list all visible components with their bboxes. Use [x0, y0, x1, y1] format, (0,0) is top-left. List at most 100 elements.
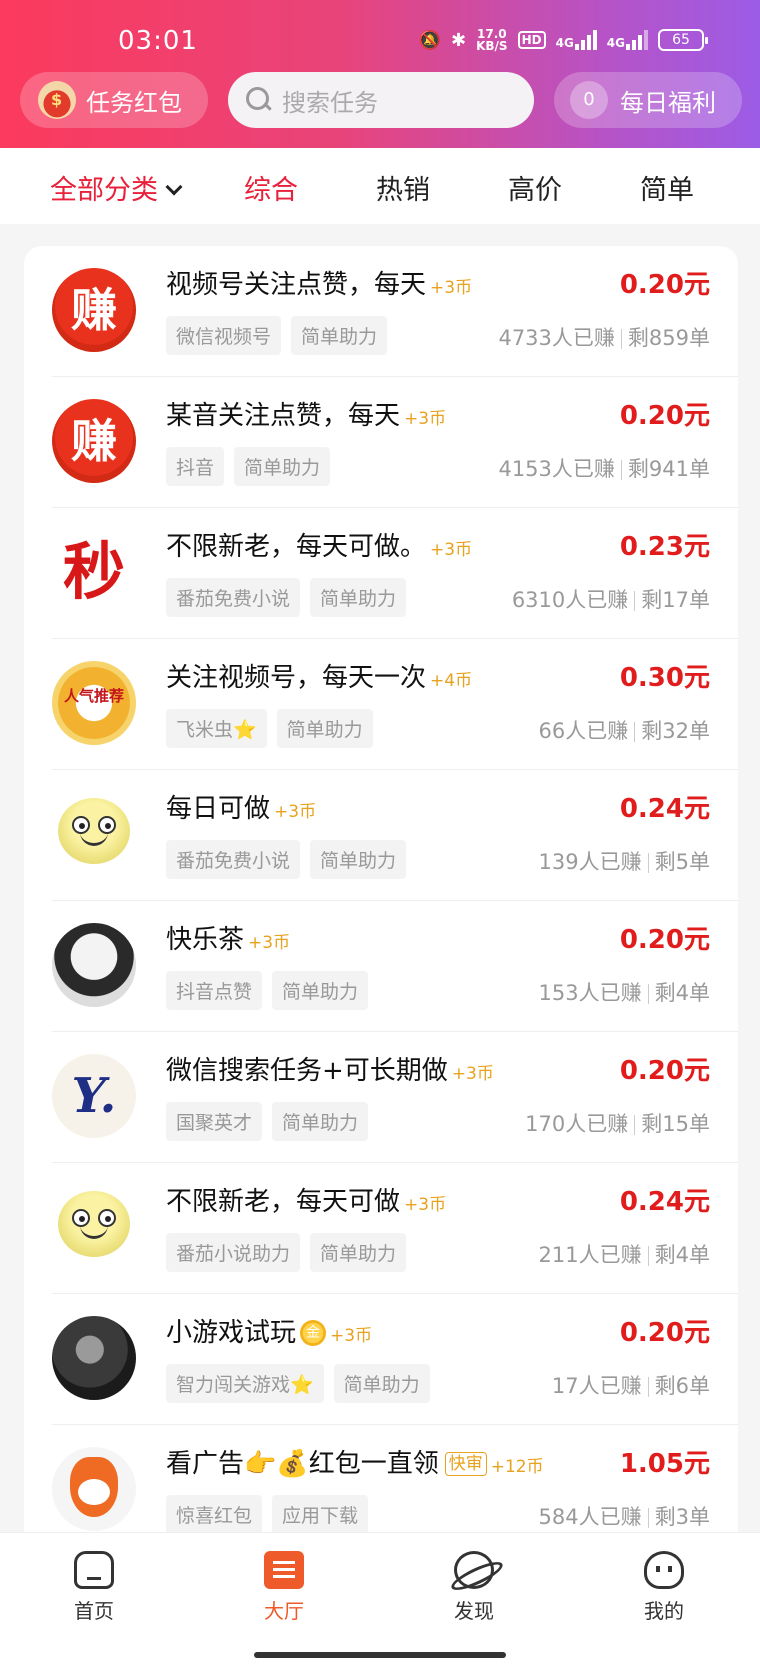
task-stats: 584人已赚 剩3单 — [538, 1505, 710, 1529]
bottom-nav: 首页 大厅 发现 我的 — [0, 1532, 760, 1672]
signal-icon: 4G — [556, 30, 597, 50]
tag: 惊喜红包 — [166, 1495, 263, 1534]
daily-welfare-button[interactable]: 0 每日福利 — [554, 72, 742, 128]
search-placeholder: 搜索任务 — [282, 88, 378, 117]
nav-mine[interactable]: 我的 — [614, 1551, 714, 1624]
tag: 智力闯关游戏⭐ — [166, 1364, 324, 1403]
task-row[interactable]: 人气推荐 关注视频号，每天一次 +4币 0.30元 飞米虫⭐ 简单助力 66人已赚剩… — [24, 639, 738, 770]
coin-bonus: +3币 — [274, 802, 317, 822]
redpack-icon — [38, 81, 76, 119]
miao-icon: 秒 — [52, 530, 136, 614]
tag: 简单助力 — [291, 316, 388, 355]
mute-icon: 🔕 — [418, 29, 441, 51]
task-price: 0.20元 — [619, 1318, 710, 1348]
task-title: 快乐茶 +3币 — [166, 925, 291, 955]
task-tags: 番茄小说助力 简单助力 — [166, 1233, 407, 1272]
coin-bonus: +3币 — [404, 1195, 447, 1215]
tag: 抖音 — [166, 447, 225, 486]
hd-icon: HD — [517, 31, 546, 49]
tab-simple[interactable]: 简单 — [640, 168, 694, 207]
coin-bonus: +3币 — [430, 278, 473, 298]
task-price: 0.23元 — [619, 532, 710, 562]
daily-welfare-label: 每日福利 — [620, 88, 716, 117]
battery-icon: 65 — [658, 29, 708, 51]
tag: 抖音点赞 — [166, 971, 263, 1010]
task-price: 0.24元 — [619, 1187, 710, 1217]
tag: 番茄免费小说 — [166, 840, 301, 879]
smiley-icon — [52, 1185, 136, 1269]
coin-bonus: +4币 — [430, 671, 473, 691]
status-icons: 🔕 ✱ 17.0 KB/S HD 4G 4G 65 — [418, 28, 708, 52]
coin-bonus: +12币 — [490, 1457, 544, 1477]
task-row[interactable]: 秒 不限新老，每天可做。 +3币 0.23元 番茄免费小说 简单助力 6310人已赚… — [24, 508, 738, 639]
tag: 简单助力 — [310, 578, 407, 617]
daily-count-badge: 0 — [570, 81, 608, 119]
dark-avatar — [52, 1316, 136, 1400]
all-categories-dropdown[interactable]: 全部分类 — [50, 168, 183, 207]
task-price: 0.20元 — [619, 1056, 710, 1086]
task-title: 不限新老，每天可做。 +3币 — [166, 532, 473, 562]
tab-comprehensive[interactable]: 综合 — [244, 168, 298, 207]
tag: 简单助力 — [276, 709, 373, 748]
tag: 简单助力 — [272, 1102, 369, 1141]
task-row[interactable]: 每日可做 +3币 0.24元 番茄免费小说 简单助力 139人已赚 剩5单 — [24, 770, 738, 901]
tag: 简单助力 — [333, 1364, 430, 1403]
tab-hot[interactable]: 热销 — [376, 168, 430, 207]
task-stats: 4733人已赚 剩859单 — [498, 326, 710, 350]
task-tags: 惊喜红包 应用下载 — [166, 1495, 369, 1534]
task-price: 0.24元 — [619, 794, 710, 824]
fast-review-badge: 快审 — [444, 1452, 487, 1476]
task-redpack-button[interactable]: 任务红包 — [20, 72, 208, 128]
task-title: 不限新老，每天可做 +3币 — [166, 1187, 447, 1217]
task-row[interactable]: 快乐茶 +3币 0.20元 抖音点赞 简单助力 153人已赚 剩4单 — [24, 901, 738, 1032]
task-price: 0.20元 — [619, 925, 710, 955]
task-stats: 153人已赚 剩4单 — [538, 981, 710, 1005]
coin-bonus: +3币 — [451, 1064, 494, 1084]
task-row[interactable]: Y. 微信搜索任务+可长期做 +3币 0.20元 国聚英才 简单助力 170人已赚剩… — [24, 1032, 738, 1163]
task-tags: 智力闯关游戏⭐ 简单助力 — [166, 1364, 430, 1403]
planet-icon — [454, 1551, 494, 1589]
tag: 简单助力 — [272, 971, 369, 1010]
status-time: 03:01 — [118, 26, 198, 56]
task-price: 0.20元 — [619, 270, 710, 300]
task-stats: 170人已赚 剩15单 — [525, 1112, 710, 1136]
tag: 简单助力 — [310, 840, 407, 879]
nav-discover[interactable]: 发现 — [424, 1551, 524, 1624]
zhuan-icon: 赚 — [52, 399, 136, 483]
nav-hall[interactable]: 大厅 — [234, 1551, 334, 1624]
task-tags: 国聚英才 简单助力 — [166, 1102, 369, 1141]
task-row[interactable]: 小游戏试玩金 +3币 0.20元 智力闯关游戏⭐ 简单助力 17人已赚 剩6单 — [24, 1294, 738, 1425]
task-tags: 抖音 简单助力 — [166, 447, 331, 486]
bluetooth-icon: ✱ — [451, 29, 467, 51]
zhuan-icon: 赚 — [52, 268, 136, 352]
search-icon — [246, 87, 272, 113]
task-row[interactable]: 赚 某音关注点赞，每天 +3币 0.20元 抖音 简单助力 4153人已赚 剩941单 — [24, 377, 738, 508]
y-logo-icon: Y. — [52, 1054, 136, 1138]
task-row[interactable]: 赚 视频号关注点赞，每天 +3币 0.20元 微信视频号 简单助力 4733人已赚剩… — [24, 246, 738, 377]
hall-icon — [264, 1551, 304, 1589]
task-title: 看广告👉💰红包一直领 快审 +12币 — [166, 1449, 544, 1479]
task-tags: 抖音点赞 简单助力 — [166, 971, 369, 1010]
tab-high-price[interactable]: 高价 — [508, 168, 562, 207]
task-tags: 番茄免费小说 简单助力 — [166, 578, 407, 617]
smiley-icon — [52, 792, 136, 876]
signal-icon-2: 4G — [607, 30, 648, 50]
task-title: 每日可做 +3币 — [166, 794, 317, 824]
tag: 国聚英才 — [166, 1102, 263, 1141]
profile-icon — [644, 1551, 684, 1589]
task-row[interactable]: 不限新老，每天可做 +3币 0.24元 番茄小说助力 简单助力 211人已赚 剩4单 — [24, 1163, 738, 1294]
task-stats: 139人已赚 剩5单 — [538, 850, 710, 874]
status-bar: 03:01 🔕 ✱ 17.0 KB/S HD 4G 4G 65 — [0, 22, 760, 62]
coin-bonus: +3币 — [430, 540, 473, 560]
task-tags: 飞米虫⭐ 简单助力 — [166, 709, 373, 748]
filter-tabs: 全部分类 综合 热销 高价 简单 — [0, 148, 760, 224]
task-stats: 17人已赚 剩6单 — [551, 1374, 710, 1398]
nav-home[interactable]: 首页 — [44, 1551, 144, 1624]
search-input[interactable]: 搜索任务 — [228, 72, 534, 128]
tag: 应用下载 — [272, 1495, 369, 1534]
girl-avatar — [52, 923, 136, 1007]
gold-coin-icon: 金 — [300, 1320, 327, 1346]
task-stats: 66人已赚 剩32单 — [538, 719, 710, 743]
home-indicator[interactable] — [254, 1652, 506, 1658]
task-title: 小游戏试玩金 +3币 — [166, 1318, 373, 1348]
